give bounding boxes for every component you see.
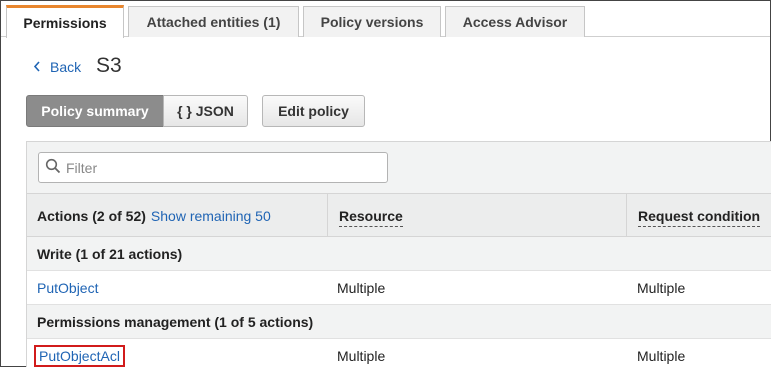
group-title: Write (1 of 21 actions) (37, 245, 183, 262)
tab-policy-versions[interactable]: Policy versions (303, 6, 441, 37)
show-remaining-link[interactable]: Show remaining 50 (151, 208, 271, 224)
filter-placeholder: Filter (66, 159, 98, 176)
resource-cell: Multiple (337, 279, 386, 296)
tab-access-advisor[interactable]: Access Advisor (445, 6, 585, 37)
resource-cell: Multiple (337, 347, 386, 364)
action-cell: PutObject (37, 271, 98, 304)
table-header: Actions (2 of 52) Show remaining 50 Reso… (27, 193, 771, 237)
header-resource[interactable]: Resource (339, 208, 403, 227)
policy-summary-button[interactable]: Policy summary (26, 95, 164, 127)
filter-input[interactable]: Filter (38, 152, 388, 183)
group-row-permissions-management: Permissions management (1 of 5 actions) (27, 305, 771, 339)
chevron-left-icon (33, 59, 41, 75)
condition-cell: Multiple (637, 279, 686, 296)
window-frame: Permissions Attached entities (1) Policy… (0, 0, 771, 367)
filter-bar: Filter (27, 142, 771, 193)
table-row: PutObject Multiple Multiple (27, 271, 771, 305)
tab-attached-entities[interactable]: Attached entities (1) (128, 6, 299, 37)
column-divider (327, 194, 328, 237)
action-link-putobject[interactable]: PutObject (37, 280, 98, 296)
back-label: Back (50, 59, 82, 75)
action-link-putobjectacl[interactable]: PutObjectAcl (34, 344, 125, 367)
tab-bar: Permissions Attached entities (1) Policy… (1, 1, 770, 38)
group-title: Permissions management (1 of 5 actions) (37, 313, 314, 330)
actions-count-label: Actions (2 of 52) (37, 207, 146, 224)
header-request-condition[interactable]: Request condition (638, 208, 761, 227)
policy-summary-table: Filter Actions (2 of 52) Show remaining … (26, 141, 771, 367)
table-row: PutObjectAcl Multiple Multiple (27, 339, 771, 367)
group-row-write: Write (1 of 21 actions) (27, 237, 771, 271)
edit-policy-button[interactable]: Edit policy (262, 95, 365, 127)
back-link[interactable]: Back (33, 59, 81, 75)
json-button[interactable]: { } JSON (163, 95, 248, 127)
action-cell: PutObjectAcl (34, 339, 125, 367)
page-title: S3 (96, 54, 122, 77)
tab-permissions[interactable]: Permissions (6, 5, 124, 38)
header-actions: Actions (2 of 52) Show remaining 50 (37, 194, 271, 237)
search-icon (45, 158, 66, 177)
condition-cell: Multiple (637, 347, 686, 364)
column-divider (626, 194, 627, 237)
